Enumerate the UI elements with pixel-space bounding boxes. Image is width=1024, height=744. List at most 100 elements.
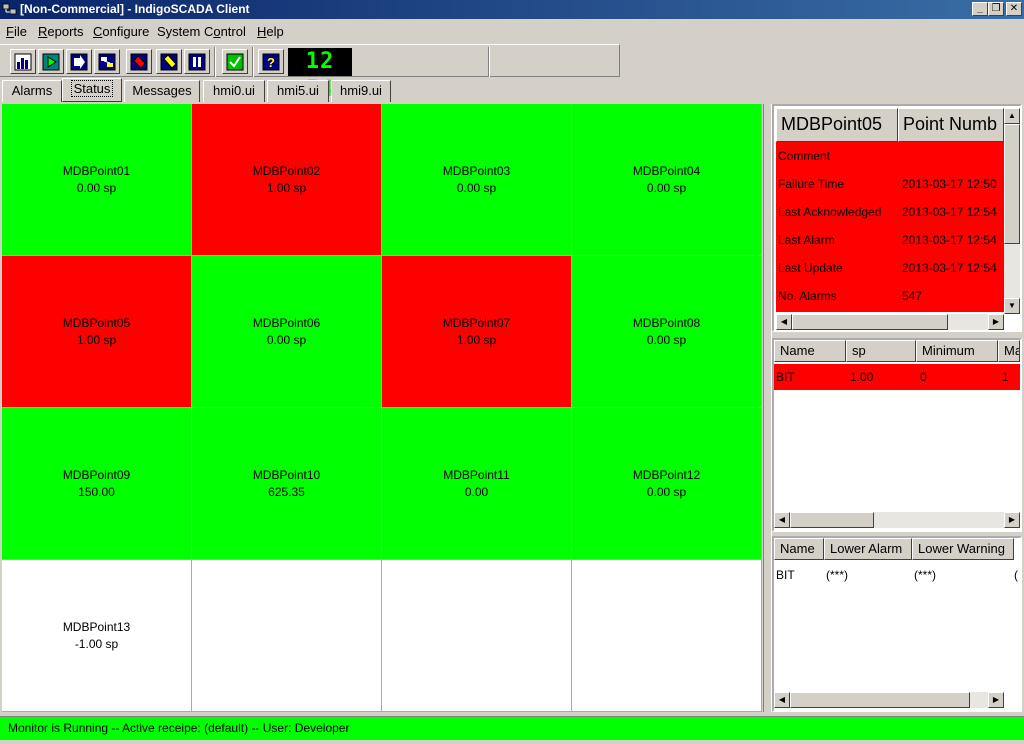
red-tag-button[interactable] [126,49,152,74]
point-name: MDBPoint06 [252,315,321,330]
restore-icon: ❐ [991,3,1001,14]
scroll-down-arrow-icon[interactable]: ▼ [1004,298,1020,314]
status-cell[interactable]: MDBPoint07 1.00 sp [382,256,572,408]
point-detail-panel: MDBPoint05 Point Numb Comment Failure Ti… [772,104,1022,332]
status-cell[interactable]: MDBPoint04 0.00 sp [572,104,762,256]
start-button[interactable] [38,49,64,74]
point-name: MDBPoint10 [252,467,321,482]
status-cell[interactable]: MDBPoint05 1.00 sp [2,256,192,408]
table-row[interactable]: BIT 1.00 0 1 [774,364,1020,390]
point-name: MDBPoint09 [62,467,131,482]
splitter-handle[interactable] [763,104,772,712]
scroll-left-arrow-icon[interactable]: ◀ [776,314,792,330]
play-icon [42,53,60,71]
report-icon [14,53,32,71]
column-header-max[interactable]: Ma [998,340,1020,362]
menu-help[interactable]: Help [257,24,284,39]
scroll-left-arrow-icon[interactable]: ◀ [774,692,790,708]
scroll-right-arrow-icon[interactable]: ▶ [988,692,1004,708]
point-name: MDBPoint01 [62,163,131,178]
check-icon [226,53,244,71]
help-icon: ? [262,53,280,71]
pause-button[interactable] [184,49,210,74]
yellow-tag-icon [160,53,178,71]
status-cell[interactable]: MDBPoint10 625.35 [192,408,382,560]
column-header-sp[interactable]: sp [846,340,916,362]
column-header-name[interactable]: Name [774,340,846,362]
values-table: Name sp Minimum Ma BIT 1.00 0 1 ◀ ▶ [772,338,1022,532]
status-cell[interactable]: MDBPoint08 0.00 sp [572,256,762,408]
values-horizontal-scrollbar[interactable]: ◀ ▶ [774,512,1020,528]
tab-hmi0[interactable]: hmi0.ui [203,80,265,102]
acknowledge-button[interactable] [222,49,248,74]
close-icon: ✕ [1009,3,1019,14]
scroll-left-arrow-icon[interactable]: ◀ [774,512,790,528]
point-number-header[interactable]: Point Numb [898,108,1004,142]
status-cell[interactable] [192,560,382,712]
point-name: MDBPoint12 [632,467,701,482]
menu-configure[interactable]: Configure [93,24,149,39]
point-value: 0.00 sp [646,484,687,499]
point-name: MDBPoint07 [442,315,511,330]
minimize-button[interactable]: _ [972,2,988,16]
menu-system-control[interactable]: System Control [157,24,246,39]
point-value: 0.00 sp [266,332,307,347]
tab-bar: Alarms Status Messages hmi0.ui hmi5.ui h… [0,78,1024,102]
scroll-thumb[interactable] [792,314,948,330]
column-header-lower-warning[interactable]: Lower Warning [912,538,1014,560]
restore-button[interactable]: ❐ [988,2,1004,16]
window-title: [Non-Commercial] - IndigoSCADA Client [20,2,250,16]
scroll-right-arrow-icon[interactable]: ▶ [1004,512,1020,528]
tab-alarms[interactable]: Alarms [2,80,62,102]
tab-hmi9[interactable]: hmi9.ui [331,80,391,102]
point-value: 0.00 sp [76,180,117,195]
limits-horizontal-scrollbar[interactable]: ◀ ▶ [774,692,1004,708]
detail-horizontal-scrollbar[interactable]: ◀ ▶ [776,314,1004,330]
table-row[interactable]: BIT (***) (***) ( [774,562,1020,588]
status-cell[interactable] [572,560,762,712]
point-name: MDBPoint13 [62,619,131,634]
scroll-up-arrow-icon[interactable]: ▲ [1004,108,1020,124]
tab-messages[interactable]: Messages [124,80,200,102]
point-value: 0.00 sp [646,332,687,347]
menu-bar: File Reports Configure System Control He… [0,20,1024,42]
status-cell[interactable]: MDBPoint09 150.00 [2,408,192,560]
point-properties: Comment Failure Time 2013-03-17 12:50 Las… [776,142,1004,312]
status-cell[interactable]: MDBPoint03 0.00 sp [382,104,572,256]
point-value: 0.00 sp [456,180,497,195]
scroll-thumb[interactable] [790,512,874,528]
status-cell[interactable]: MDBPoint06 0.00 sp [192,256,382,408]
report-button[interactable] [10,49,36,74]
status-cell[interactable]: MDBPoint12 0.00 sp [572,408,762,560]
tab-status[interactable]: Status [62,78,122,102]
toolbar-separator [488,47,490,77]
point-name-header[interactable]: MDBPoint05 [776,108,898,142]
status-cell[interactable]: MDBPoint13 -1.00 sp [2,560,192,712]
limits-table: Name Lower Alarm Lower Warning BIT (***)… [772,536,1022,712]
menu-reports[interactable]: Reports [38,24,84,39]
status-cell[interactable]: MDBPoint01 0.00 sp [2,104,192,256]
scroll-thumb[interactable] [1004,124,1020,244]
column-header-minimum[interactable]: Minimum [916,340,998,362]
detail-vertical-scrollbar[interactable]: ▲ ▼ [1004,108,1020,314]
yellow-tag-button[interactable] [156,49,182,74]
enter-button[interactable] [66,49,92,74]
help-button[interactable]: ? [258,49,284,74]
close-button[interactable]: ✕ [1006,2,1022,16]
status-cell[interactable]: MDBPoint11 0.00 [382,408,572,560]
point-value: -1.00 sp [74,636,119,651]
scroll-right-arrow-icon[interactable]: ▶ [988,314,1004,330]
tab-hmi5[interactable]: hmi5.ui [267,80,329,102]
prop-row: Last Update 2013-03-17 12:54 [778,261,997,275]
status-cell[interactable]: MDBPoint02 1.00 sp [192,104,382,256]
prop-row: No. Alarms 547 [778,289,923,303]
status-cell[interactable] [382,560,572,712]
point-value: 0.00 [464,484,489,499]
scroll-thumb[interactable] [790,692,970,708]
point-name: MDBPoint11 [443,467,510,482]
column-header-name[interactable]: Name [774,538,824,560]
network-button[interactable] [94,49,120,74]
column-header-lower-alarm[interactable]: Lower Alarm [824,538,912,560]
menu-file[interactable]: File [6,24,27,39]
point-value: 1.00 sp [456,332,497,347]
